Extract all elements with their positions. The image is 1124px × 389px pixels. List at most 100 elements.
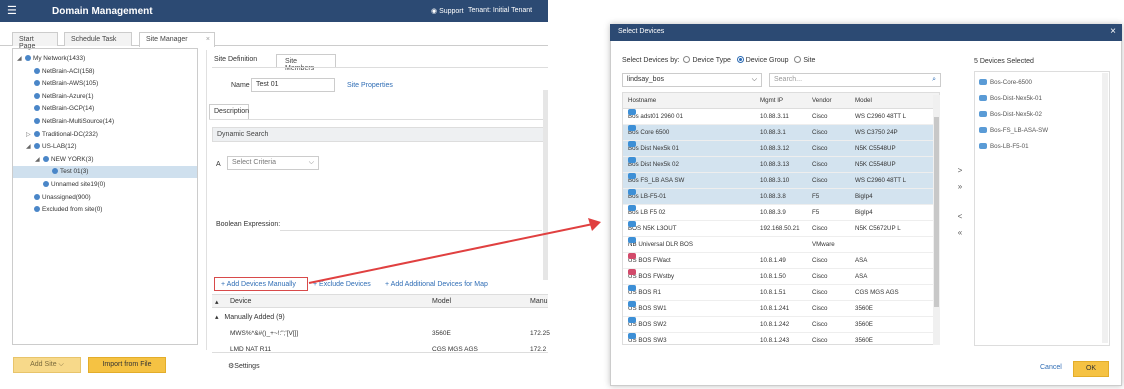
collapse-icon[interactable]: ▴ xyxy=(215,298,219,306)
vendor-cell: Cisco xyxy=(812,289,828,296)
search-icon[interactable]: ⌕ xyxy=(932,76,936,84)
vendor-cell: Cisco xyxy=(812,273,828,280)
hostname-cell: NB Universal DLR BOS xyxy=(628,237,693,253)
tab-site-definition[interactable]: Site Definition xyxy=(214,56,257,63)
selected-device-item[interactable]: Bos-LB-F5-01 xyxy=(979,140,1107,154)
ok-button[interactable]: OK xyxy=(1073,361,1109,377)
grid-manu-cell: 172.25 xyxy=(530,330,550,337)
tree-item[interactable]: NetBrain-AWS(105) xyxy=(13,78,197,90)
device-icon xyxy=(628,125,636,131)
column-hostname[interactable]: Hostname xyxy=(628,93,656,109)
close-icon[interactable]: × xyxy=(1110,26,1116,37)
selected-devices-list: Bos-Core-6500 Bos-Dist-Nex5k-01 Bos-Dist-N… xyxy=(974,71,1110,346)
column-manu[interactable]: Manu xyxy=(530,298,548,305)
move-left-button[interactable]: < xyxy=(954,211,966,223)
tree-item[interactable]: NetBrain-GCP(14) xyxy=(13,103,197,115)
device-icon xyxy=(628,141,636,147)
model-cell: N5K C5672UP L xyxy=(855,225,901,232)
group-row[interactable]: ▴ Manually Added (9) xyxy=(215,313,285,321)
tree-item[interactable]: Unassigned(900) xyxy=(13,192,197,204)
tree-item[interactable]: Test 01(3) xyxy=(13,166,197,179)
ip-cell: 10.88.3.8 xyxy=(760,193,786,200)
column-mgmt-ip[interactable]: Mgmt IP xyxy=(760,93,783,109)
tree-item-label: Traditional-DC(232) xyxy=(42,130,98,138)
device-row[interactable]: Bos LB-F5-01 10.88.3.8 F5 BigIp4 xyxy=(623,189,939,205)
column-device[interactable]: Device xyxy=(230,298,251,305)
move-all-right-button[interactable]: » xyxy=(954,181,966,193)
tree-item[interactable]: ◢ NEW YORK(3) xyxy=(13,154,197,166)
cancel-button[interactable]: Cancel xyxy=(1040,364,1062,371)
device-icon xyxy=(628,269,636,275)
tab-schedule-task[interactable]: Schedule Task xyxy=(64,32,132,46)
device-row[interactable]: Bos FS_LB ASA SW 10.88.3.10 Cisco WS C2960 … xyxy=(623,173,939,189)
close-icon[interactable]: × xyxy=(206,36,210,43)
device-row[interactable]: US BOS SW2 10.8.1.242 Cisco 3560E xyxy=(623,317,939,333)
expand-icon[interactable]: ◢ xyxy=(17,53,25,65)
expand-icon[interactable]: ◢ xyxy=(26,141,34,153)
model-cell: 3560E xyxy=(855,305,873,312)
hostname-cell: Bos Core 6500 xyxy=(628,125,669,141)
site-icon xyxy=(34,206,40,213)
site-properties-link[interactable]: Site Properties xyxy=(347,82,393,89)
device-row[interactable]: Bos LB F5 02 10.88.3.9 F5 BigIp4 xyxy=(623,205,939,221)
column-model[interactable]: Model xyxy=(432,298,451,305)
tree-item[interactable]: NetBrain-ACI(158) xyxy=(13,66,197,78)
settings-button[interactable]: ⚙Settings xyxy=(228,362,260,370)
grid-model-cell: CGS MGS AGS xyxy=(432,346,478,351)
import-from-file-button[interactable]: Import from File xyxy=(88,357,166,373)
tab-start-page[interactable]: Start Page xyxy=(12,32,58,50)
tree-item-label: My Network(1433) xyxy=(33,55,86,62)
grid-device-cell: LMD NAT R11 xyxy=(230,346,272,351)
hostname-cell: US BOS FWstby xyxy=(628,269,674,285)
tab-site-members[interactable]: Site Members xyxy=(276,54,336,72)
device-group-dropdown[interactable]: lindsay_bos ⌵ xyxy=(622,73,762,87)
radio-site[interactable]: Site xyxy=(794,56,815,64)
site-icon xyxy=(34,193,40,200)
support-link[interactable]: ◉ Support xyxy=(431,7,464,15)
column-model[interactable]: Model xyxy=(855,93,872,109)
menu-icon[interactable]: ☰ xyxy=(7,4,17,17)
tree-item[interactable]: ◢ US-LAB(12) xyxy=(13,141,197,153)
move-right-button[interactable]: > xyxy=(954,165,966,177)
radio-device-type[interactable]: Device Type xyxy=(683,56,731,64)
tree-item[interactable]: Unnamed site19(0) xyxy=(13,179,197,191)
tenant-label: Tenant: Initial Tenant xyxy=(468,7,533,14)
device-row[interactable]: US BOS FWstby 10.8.1.50 Cisco ASA xyxy=(623,269,939,285)
selected-device-item[interactable]: Bos-Core-6500 xyxy=(979,76,1107,90)
device-row[interactable]: BOS N5K L3OUT 192.168.50.21 Cisco N5K C5672… xyxy=(623,221,939,237)
radio-device-group[interactable]: Device Group xyxy=(736,56,789,64)
device-row[interactable]: US BOS FWact 10.8.1.49 Cisco ASA xyxy=(623,253,939,269)
selected-device-item[interactable]: Bos-Dist-Nex5k-02 xyxy=(979,108,1107,122)
tree-item[interactable]: NetBrain-Azure(1) xyxy=(13,91,197,103)
device-row[interactable]: Bos Dist Nex5k 01 10.88.3.12 Cisco N5K C554… xyxy=(623,141,939,157)
scrollbar[interactable] xyxy=(933,95,940,345)
add-site-button[interactable]: Add Site ⌵ xyxy=(13,357,81,373)
selected-device-item[interactable]: Bos-FS_LB-ASA-SW xyxy=(979,124,1107,138)
device-row[interactable]: US BOS R1 10.8.1.51 Cisco CGS MGS AGS xyxy=(623,285,939,301)
tree-item-label: NetBrain-AWS(105) xyxy=(42,80,99,88)
divider xyxy=(212,67,548,68)
add-devices-manually-link[interactable]: + Add Devices Manually xyxy=(221,281,296,288)
site-name-input[interactable]: Test 01 xyxy=(251,78,335,92)
tree-item[interactable]: ▷ Traditional-DC(232) xyxy=(13,129,197,141)
select-criteria-dropdown[interactable]: Select Criteria ⌵ xyxy=(227,156,319,170)
selected-device-item[interactable]: Bos-Dist-Nex5k-01 xyxy=(979,92,1107,106)
tree-item[interactable]: Excluded from site(0) xyxy=(13,204,197,216)
tree-item[interactable]: ◢ My Network(1433) xyxy=(13,53,197,65)
move-all-left-button[interactable]: « xyxy=(954,227,966,239)
device-icon xyxy=(628,333,636,339)
search-input[interactable]: Search... ⌕ xyxy=(769,73,941,87)
device-row[interactable]: US BOS SW3 10.8.1.243 Cisco 3560E xyxy=(623,333,939,344)
tab-site-manager[interactable]: Site Manager × xyxy=(139,32,215,47)
device-row[interactable]: Bos adst01 2960 01 10.88.3.11 Cisco WS C296… xyxy=(623,109,939,125)
expand-icon[interactable]: ◢ xyxy=(35,154,43,166)
device-row[interactable]: US BOS SW1 10.8.1.241 Cisco 3560E xyxy=(623,301,939,317)
device-row[interactable]: Bos Core 6500 10.88.3.1 Cisco WS C3750 24P xyxy=(623,125,939,141)
column-vendor[interactable]: Vendor xyxy=(812,93,832,109)
tab-description[interactable]: Description xyxy=(209,104,249,119)
device-row[interactable]: Bos Dist Nex5k 02 10.88.3.13 Cisco N5K C554… xyxy=(623,157,939,173)
device-row[interactable]: NB Universal DLR BOS VMware xyxy=(623,237,939,253)
red-arrow xyxy=(308,218,601,284)
expand-icon[interactable]: ▷ xyxy=(26,129,34,141)
tree-item[interactable]: NetBrain-MultiSource(14) xyxy=(13,116,197,128)
